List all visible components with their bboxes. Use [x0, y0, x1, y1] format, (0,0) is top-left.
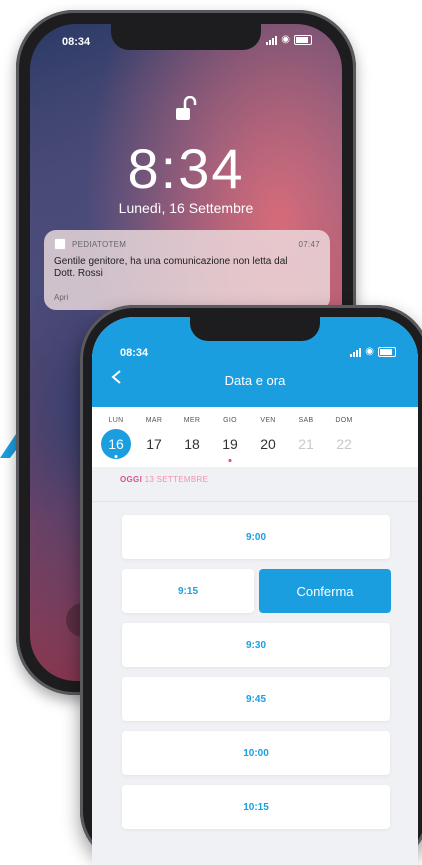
status-time: 08:34: [62, 36, 91, 48]
battery-icon: [294, 35, 312, 45]
page-title: Data e ora: [224, 373, 286, 388]
day-of-week: VEN: [260, 417, 276, 424]
day-of-week: DOM: [335, 417, 353, 424]
day-number: 20: [260, 436, 276, 452]
battery-icon: [378, 347, 396, 357]
time-slot[interactable]: 10:00: [122, 731, 390, 775]
day-of-week: SAB: [298, 417, 314, 424]
signal-icon: [350, 347, 362, 357]
signal-icon: [266, 35, 278, 45]
day-sat: SAB 21: [288, 407, 324, 456]
unlock-icon: [176, 96, 197, 120]
day-number: 18: [184, 436, 200, 452]
divider: [92, 501, 418, 502]
today-label: OGGI 13 SETTEMBRE: [120, 475, 208, 484]
time-slot[interactable]: 10:15: [122, 785, 390, 829]
notification-open-action[interactable]: Apri: [54, 293, 68, 302]
time-slot[interactable]: 9:30: [122, 623, 390, 667]
day-number: 19: [212, 432, 248, 462]
day-dot: [114, 455, 118, 458]
day-mon[interactable]: LUN 16: [98, 407, 134, 459]
time-slot-selected[interactable]: 9:15: [122, 569, 254, 613]
notch: [111, 24, 261, 50]
status-icons: ◉: [266, 35, 312, 45]
today-prefix: OGGI: [120, 475, 143, 484]
app-screen: 08:34 ◉ Data e ora LUN 16 MAR 17 MER 18 …: [92, 317, 418, 865]
notification-card[interactable]: PEDIATOTEM 07:47 Gentile genitore, ha un…: [44, 230, 330, 310]
day-of-week: MER: [183, 417, 201, 424]
day-of-week: GIO: [223, 417, 237, 424]
notification-time: 07:47: [298, 239, 320, 249]
week-calendar: LUN 16 MAR 17 MER 18 GIO 19 VEN 20 SAB 2…: [92, 407, 418, 467]
notification-message: Gentile genitore, ha una comunicazione n…: [54, 256, 288, 279]
wifi-icon: ◉: [281, 34, 290, 45]
notch: [190, 317, 320, 341]
day-number: 16: [98, 429, 134, 459]
day-wed[interactable]: MER 18: [174, 407, 210, 456]
day-number-text: 16: [108, 436, 124, 452]
day-number-text: 19: [222, 436, 238, 452]
lock-time: 8:34: [127, 137, 245, 200]
today-date: 13 SETTEMBRE: [144, 475, 209, 484]
day-number: 17: [146, 436, 162, 452]
app-header: 08:34 ◉ Data e ora: [92, 317, 418, 407]
lock-date: Lunedì, 16 Settembre: [118, 200, 254, 216]
wifi-icon: ◉: [365, 346, 374, 357]
day-number: 22: [336, 436, 352, 452]
day-sun: DOM 22: [326, 407, 362, 456]
status-icons: ◉: [350, 347, 396, 357]
day-dot: [228, 459, 232, 462]
time-slot[interactable]: 9:45: [122, 677, 390, 721]
day-tue[interactable]: MAR 17: [136, 407, 172, 456]
status-time: 08:34: [120, 347, 149, 359]
day-number: 21: [298, 436, 314, 452]
day-fri[interactable]: VEN 20: [250, 407, 286, 456]
confirm-button[interactable]: Conferma: [259, 569, 391, 613]
day-thu[interactable]: GIO 19: [212, 407, 248, 462]
day-of-week: LUN: [108, 417, 124, 424]
time-slot[interactable]: 9:00: [122, 515, 390, 559]
notification-app-name: PEDIATOTEM: [72, 239, 127, 249]
app-phone: 08:34 ◉ Data e ora LUN 16 MAR 17 MER 18 …: [80, 305, 422, 865]
day-of-week: MAR: [145, 417, 163, 424]
app-icon: [54, 238, 66, 250]
notification-header: PEDIATOTEM 07:47: [54, 238, 320, 250]
